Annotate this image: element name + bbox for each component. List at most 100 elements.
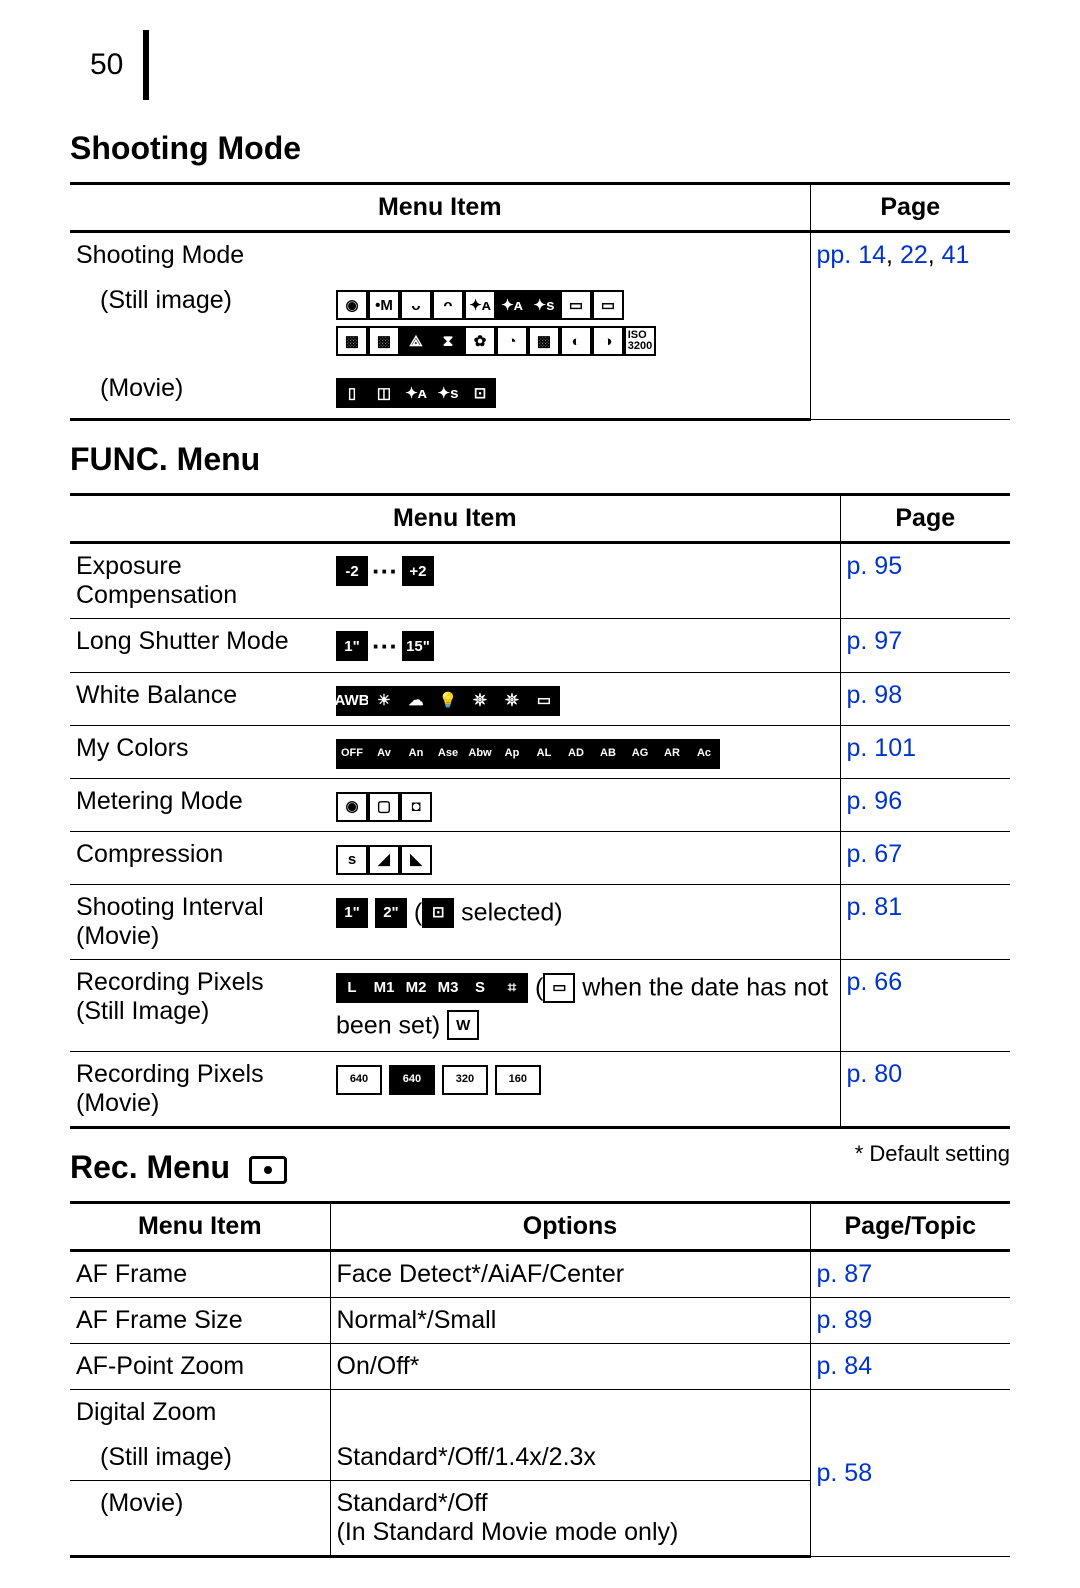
cell-icons: AWB☀☁💡𖤓𖤓▭ [330, 673, 840, 726]
page-ref[interactable]: p. 96 [840, 779, 1010, 832]
cell-shooting-mode-label: Shooting Mode [70, 232, 330, 279]
mode-iso3200-icon: ISO3200 [624, 326, 656, 356]
size-postcard-icon: ⌗ [496, 973, 528, 1003]
table-row: Digital Zoom p. 58 [70, 1390, 1010, 1436]
section-title-func-menu: FUNC. Menu [70, 441, 1010, 478]
page-ref[interactable]: p. 80 [840, 1052, 1010, 1128]
mc-lighter-icon: AL [528, 739, 560, 769]
mode-auto-icon: ◉ [336, 290, 368, 320]
table-shooting-mode: Menu Item Page Shooting Mode pp. 14, 22,… [70, 182, 1010, 421]
page-ref[interactable]: 41 [942, 241, 970, 269]
page-ref[interactable]: p. 95 [840, 543, 1010, 619]
page-ref[interactable]: p. 67 [840, 832, 1010, 885]
wb-tungsten-icon: 💡 [432, 686, 464, 716]
movie-night-icon: ✦ᴀ [400, 378, 432, 408]
table-row: AF Frame Face Detect*/AiAF/Center p. 87 [70, 1251, 1010, 1298]
cell-still-image-label: (Still image) [70, 278, 330, 366]
mode-night-snap-icon: ✦ᴀ [496, 290, 528, 320]
page-number-bar [143, 30, 149, 100]
movie-night-s-icon: ✦s [432, 378, 464, 408]
mc-positive-icon: Ap [496, 739, 528, 769]
mode-night-snap-s-icon: ✦s [528, 290, 560, 320]
table-rec-menu: Menu Item Options Page/Topic AF Frame Fa… [70, 1201, 1010, 1558]
open-paren: ( [414, 899, 422, 927]
movie-timelapse-icon: ⊡ [464, 378, 496, 408]
movie-640lp-icon: 640 [389, 1065, 435, 1095]
movie-standard-icon: ▯ [336, 378, 368, 408]
cell-options: Normal*/Small [330, 1298, 810, 1344]
cell-label: Recording Pixels (Still Image) [70, 960, 330, 1052]
metering-evaluative-icon: ◉ [336, 792, 368, 822]
cell-options: Face Detect*/AiAF/Center [330, 1251, 810, 1298]
table-row: Long Shutter Mode 1"···15" p. 97 [70, 619, 1010, 673]
cell-icons: 1" 2" (⊡ selected) [330, 885, 840, 960]
page-ref[interactable]: p. 98 [840, 673, 1010, 726]
size-wide-icon: W [447, 1010, 479, 1040]
mc-blue-icon: AB [592, 739, 624, 769]
page-ref[interactable]: p. 87 [810, 1251, 1010, 1298]
page-ref[interactable]: 14 [858, 241, 886, 269]
timelapse-mode-icon: ⊡ [422, 898, 454, 928]
page-ref[interactable]: p. 97 [840, 619, 1010, 673]
size-m3-icon: M3 [432, 973, 464, 1003]
page-ref[interactable]: p. 66 [840, 960, 1010, 1052]
wb-awb-icon: AWB [336, 686, 368, 716]
table-row: Exposure Compensation -2···+2 p. 95 [70, 543, 1010, 619]
shutter-1s-icon: 1" [336, 631, 368, 661]
comp-fine-icon: ◢ [368, 845, 400, 875]
page-ref[interactable]: p. 81 [840, 885, 1010, 960]
mode-kids-icon: ▭ [592, 290, 624, 320]
metering-center-icon: ▢ [368, 792, 400, 822]
mode-fireworks-icon: ✿ [464, 326, 496, 356]
mode-night-scene-icon: ✦ᴀ [464, 290, 496, 320]
page-ref[interactable]: p. 89 [810, 1298, 1010, 1344]
size-l-icon: L [336, 973, 368, 1003]
table-row: Shooting Interval (Movie) 1" 2" (⊡ selec… [70, 885, 1010, 960]
cell-movie-label: (Movie) [70, 366, 330, 420]
cell-options: Standard*/Off/1.4x/2.3x [330, 1435, 810, 1481]
cell-shooting-mode-page[interactable]: pp. 14, 22, 41 [810, 232, 1010, 420]
camera-rec-icon [249, 1156, 287, 1184]
wb-fluorescent-h-icon: 𖤓 [496, 686, 528, 716]
cell-icons: s◢◣ [330, 832, 840, 885]
cell-icons: -2···+2 [330, 543, 840, 619]
table-func-menu: Menu Item Page Exposure Compensation -2·… [70, 493, 1010, 1129]
table-row: Recording Pixels (Still Image) LM1M2M3S⌗… [70, 960, 1010, 1052]
mode-color-swap-icon: ◑ [592, 326, 624, 356]
mode-indoor-icon: ▩ [336, 326, 368, 356]
cell-label: Digital Zoom [70, 1390, 330, 1436]
mode-landscape-icon: ᴖ [432, 290, 464, 320]
cell-options [330, 1390, 810, 1436]
interval-2s-icon: 2" [375, 898, 407, 928]
mode-underwater-icon: ▩ [528, 326, 560, 356]
page-ref[interactable]: p. 58 [810, 1390, 1010, 1557]
th-menu-item: Menu Item [70, 495, 840, 543]
page-ref[interactable]: pp. [817, 241, 852, 269]
page-number: 50 [70, 48, 123, 82]
section-title-rec-menu: Rec. Menu [70, 1149, 287, 1186]
cell-label: (Movie) [70, 1481, 330, 1557]
cell-icons: 1"···15" [330, 619, 840, 673]
page-ref[interactable]: p. 84 [810, 1344, 1010, 1390]
th-menu-item: Menu Item [70, 184, 810, 232]
page-ref[interactable]: p. 101 [840, 726, 1010, 779]
metering-spot-icon: ◘ [400, 792, 432, 822]
th-page-topic: Page/Topic [810, 1203, 1010, 1251]
page-number-header: 50 [70, 30, 1010, 100]
cell-label: Exposure Compensation [70, 543, 330, 619]
wb-custom-icon: ▭ [528, 686, 560, 716]
th-options: Options [330, 1203, 810, 1251]
wb-fluorescent-icon: 𖤓 [464, 686, 496, 716]
comp-superfine-icon: s [336, 845, 368, 875]
comp-normal-icon: ◣ [400, 845, 432, 875]
page-ref[interactable]: 22 [900, 241, 928, 269]
date-stamp-icon: ▭ [543, 973, 575, 1003]
cell-label: Shooting Interval (Movie) [70, 885, 330, 960]
cell-options: Standard*/Off (In Standard Movie mode on… [330, 1481, 810, 1557]
table-row: Compression s◢◣ p. 67 [70, 832, 1010, 885]
text-selected: selected) [454, 899, 562, 927]
mc-off-icon: OFF [336, 739, 368, 769]
mode-snow-icon: ⟁ [400, 326, 432, 356]
cell-label: White Balance [70, 673, 330, 726]
table-row: My Colors OFFAvAnAseAbwApALADABAGARAc p.… [70, 726, 1010, 779]
